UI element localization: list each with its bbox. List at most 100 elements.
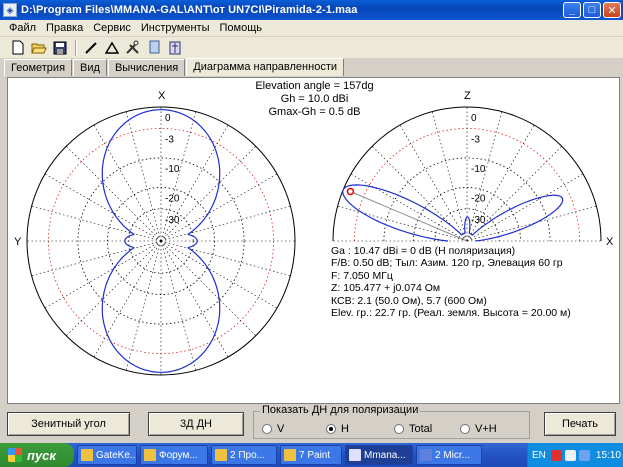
task-label: 2 Micr... bbox=[435, 449, 471, 461]
windows-flag-icon bbox=[8, 448, 22, 462]
menu-bar: Файл Правка Сервис Инструменты Помощь bbox=[0, 20, 623, 36]
menu-tools[interactable]: Инструменты bbox=[136, 22, 215, 34]
task-label: Форум... bbox=[159, 449, 198, 461]
left-radial bbox=[93, 124, 162, 242]
menu-edit[interactable]: Правка bbox=[41, 22, 88, 34]
right-ring-label: -20 bbox=[471, 193, 486, 204]
left-radial bbox=[126, 111, 162, 242]
tab-strip: Геометрия Вид Вычисления Диаграмма напра… bbox=[4, 58, 345, 76]
left-ring-label: -10 bbox=[165, 164, 180, 175]
radio-v[interactable]: V bbox=[262, 423, 284, 435]
radio-v-plus-h[interactable]: V+H bbox=[460, 423, 497, 435]
right-ring-label: -10 bbox=[471, 164, 486, 175]
left-radial bbox=[66, 240, 162, 336]
radio-h-dot[interactable] bbox=[326, 424, 336, 434]
left-ring-label: -30 bbox=[165, 215, 180, 226]
maximize-button[interactable]: □ bbox=[583, 2, 601, 18]
bottom-controls: Зенитный угол 3Д ДН Показать ДН для поля… bbox=[0, 404, 623, 443]
tab-view[interactable]: Вид bbox=[73, 59, 107, 76]
mmana-icon bbox=[349, 449, 361, 461]
right-ring-label: -30 bbox=[471, 215, 486, 226]
left-radial bbox=[31, 206, 162, 242]
radio-h-label: H bbox=[341, 423, 349, 435]
radio-v-label: V bbox=[277, 423, 285, 435]
left-radial bbox=[66, 146, 162, 242]
app-icon bbox=[81, 449, 93, 461]
polar-diagrams: 0-3-10-20-300-3-10-20-30 bbox=[26, 106, 602, 376]
window-title: D:\Program Files\MMANA-GAL\ANT\от UN7CI\… bbox=[21, 4, 358, 16]
left-axis-x-label: X bbox=[158, 90, 166, 102]
volume-icon[interactable] bbox=[578, 449, 590, 461]
print-button[interactable]: Печать bbox=[544, 412, 616, 436]
right-ring-label: -3 bbox=[471, 134, 480, 145]
app-icon[interactable]: ◈ bbox=[3, 3, 17, 17]
toolbar-separator bbox=[75, 39, 77, 56]
taskbar-item-mmana[interactable]: Mmana... bbox=[345, 445, 413, 465]
taskbar-item-word[interactable]: 2 Micr... bbox=[416, 445, 482, 465]
start-label: пуск bbox=[27, 447, 56, 463]
clock: 15:10 bbox=[595, 449, 621, 461]
elevation-marker-dot bbox=[346, 187, 355, 196]
antivirus-icon[interactable] bbox=[550, 449, 562, 461]
left-radial bbox=[160, 240, 256, 336]
menu-help[interactable]: Помощь bbox=[214, 22, 267, 34]
radio-h[interactable]: H bbox=[326, 423, 349, 435]
close-button[interactable]: ✕ bbox=[603, 2, 621, 18]
task-label: 2 Про... bbox=[230, 449, 265, 461]
gain-difference-label: Gmax-Gh = 0.5 dB bbox=[268, 106, 361, 118]
left-radial bbox=[160, 240, 229, 358]
zenith-angle-button[interactable]: Зенитный угол bbox=[7, 412, 130, 436]
right-radial bbox=[466, 173, 584, 242]
gain-label: Gh = 10.0 dBi bbox=[280, 93, 349, 105]
polarization-group: Показать ДН для поляризации V H Total V+… bbox=[253, 404, 530, 439]
task-label: Mmana... bbox=[364, 449, 406, 461]
tab-radiation-pattern[interactable]: Диаграмма направленности bbox=[186, 58, 345, 76]
3d-pattern-button[interactable]: 3Д ДН bbox=[148, 412, 244, 436]
open-folder-icon[interactable] bbox=[29, 39, 48, 57]
taskbar-item-explorer[interactable]: 2 Про... bbox=[211, 445, 277, 465]
network-icon[interactable] bbox=[564, 449, 576, 461]
antenna-parameters: Ga : 10.47 dBi = 0 dB (H поляризация) F/… bbox=[331, 245, 571, 319]
draw-line-icon[interactable] bbox=[81, 39, 100, 57]
menu-file[interactable]: Файл bbox=[4, 22, 41, 34]
save-icon[interactable] bbox=[50, 39, 69, 57]
radio-v-plus-h-dot[interactable] bbox=[460, 424, 470, 434]
left-radial bbox=[126, 240, 162, 371]
taskbar-item-paint[interactable]: 7 Paint bbox=[280, 445, 342, 465]
system-tray: EN 15:10 bbox=[527, 443, 623, 467]
left-radial bbox=[160, 206, 291, 242]
left-radial bbox=[160, 240, 196, 371]
gain-info: Ga : 10.47 dBi = 0 dB (H поляризация) bbox=[331, 245, 516, 257]
copy-icon[interactable] bbox=[144, 39, 163, 57]
task-label: 7 Paint bbox=[299, 449, 331, 461]
menu-service[interactable]: Сервис bbox=[88, 22, 136, 34]
antenna-icon[interactable] bbox=[165, 39, 184, 57]
tools-icon[interactable] bbox=[123, 39, 142, 57]
left-radial bbox=[31, 240, 162, 276]
right-radial bbox=[350, 173, 468, 242]
language-indicator[interactable]: EN bbox=[532, 450, 546, 461]
paint-icon bbox=[284, 449, 296, 461]
impedance-info: Z: 105.477 + j0.074 Ом bbox=[331, 282, 441, 295]
right-axis-z-label: Z bbox=[464, 90, 471, 102]
minimize-button[interactable]: _ bbox=[563, 2, 581, 18]
folder-icon bbox=[215, 449, 227, 461]
taskbar-item-forum[interactable]: Форум... bbox=[140, 445, 208, 465]
left-axis-y-label: Y bbox=[14, 236, 22, 248]
left-ring-label: -3 bbox=[165, 134, 174, 145]
tab-geometry[interactable]: Геометрия bbox=[4, 59, 73, 76]
taskbar-item-gatekeeper[interactable]: GateKe... bbox=[77, 445, 137, 465]
radio-total[interactable]: Total bbox=[394, 423, 432, 435]
radiation-pattern-plot: 0 -3 -10 -20 -30 0 -3 -10 -20 -30 Elevation angle… bbox=[7, 77, 620, 404]
triangle-icon[interactable] bbox=[102, 39, 121, 57]
radio-total-dot[interactable] bbox=[394, 424, 404, 434]
task-label: GateKe... bbox=[96, 449, 137, 461]
elevation-angle-label: Elevation angle = 157dg bbox=[255, 80, 374, 92]
start-button[interactable]: пуск bbox=[0, 443, 74, 467]
word-icon bbox=[420, 449, 432, 461]
radio-v-dot[interactable] bbox=[262, 424, 272, 434]
toolbar bbox=[0, 37, 623, 58]
new-file-icon[interactable] bbox=[8, 39, 27, 57]
taskbar: пуск GateKe... Форум... 2 Про... 7 Paint… bbox=[0, 443, 623, 467]
tab-calculations[interactable]: Вычисления bbox=[107, 59, 186, 76]
